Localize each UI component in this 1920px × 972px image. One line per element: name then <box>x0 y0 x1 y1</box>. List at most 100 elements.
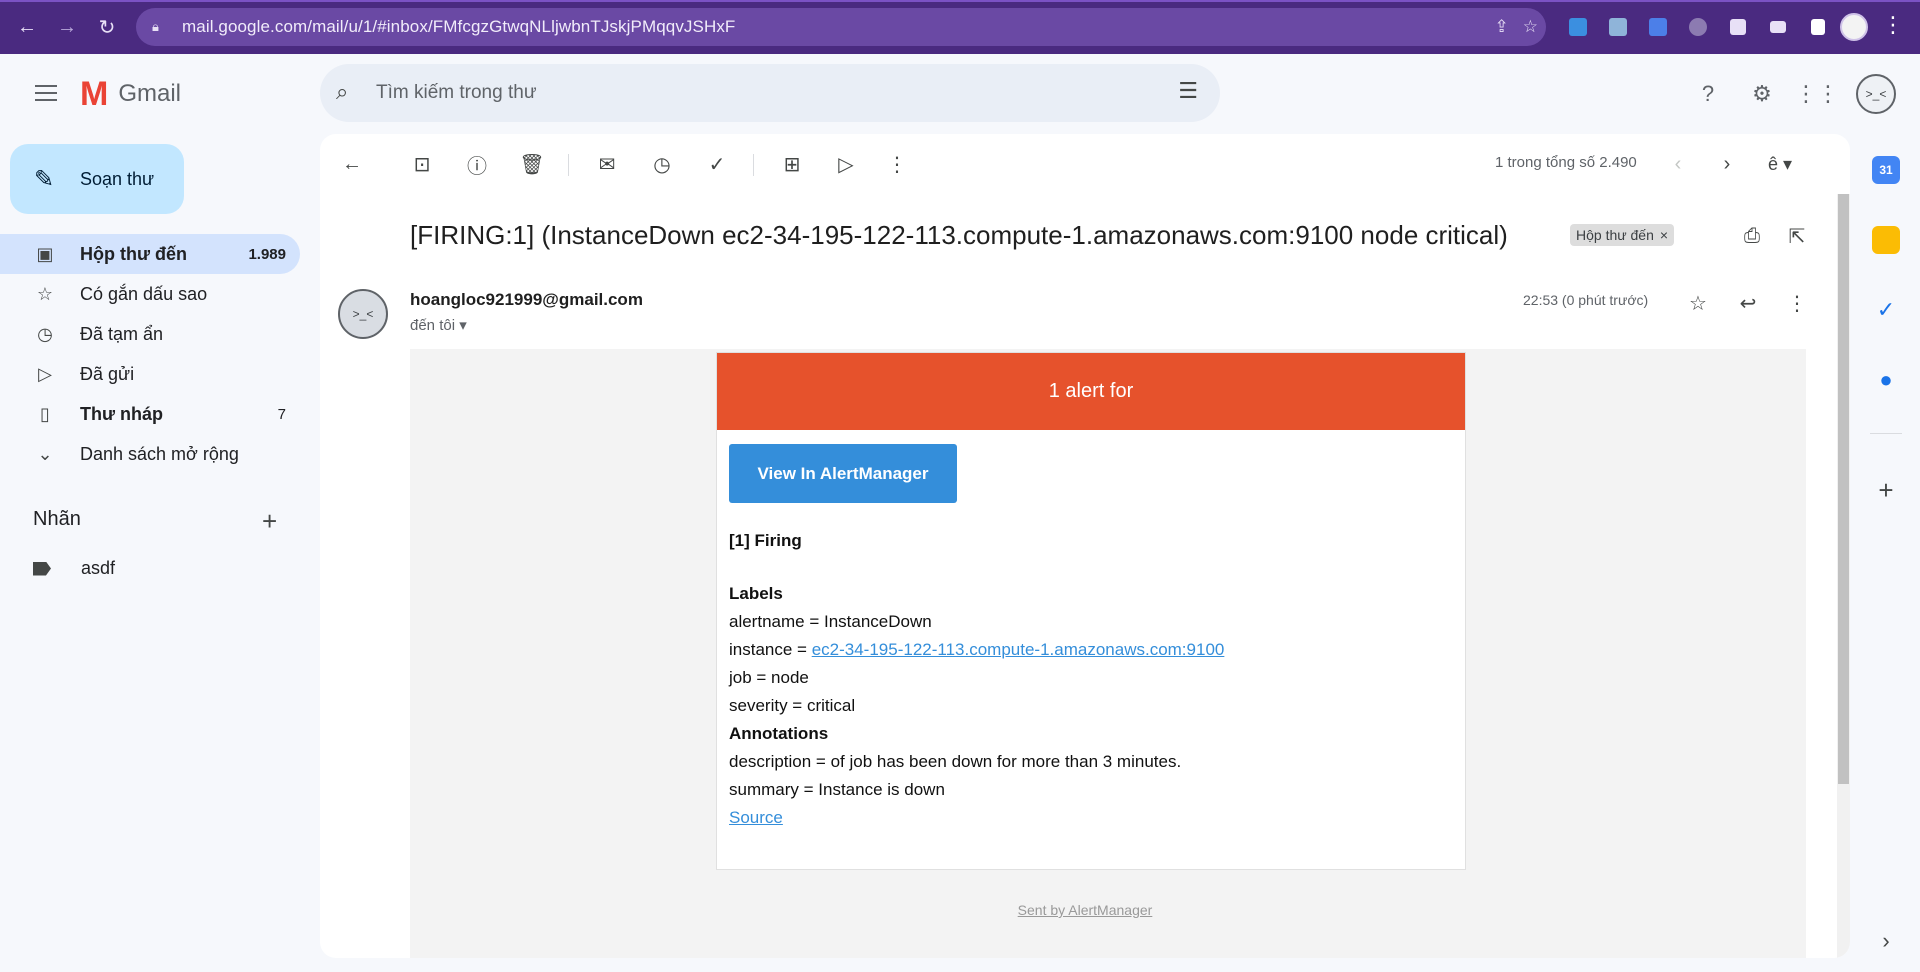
message-panel: ← ⊡ ⓘ 🗑︎ ✉ ◷ ✓ ⊞ ▷ ⋮ 1 trong tổng số 2.4… <box>320 134 1850 958</box>
sidebar-item-starred[interactable]: ☆ Có gắn dấu sao <box>0 274 300 314</box>
account-avatar[interactable]: >_< <box>1856 74 1896 114</box>
chevron-down-icon: ⌄ <box>37 443 53 464</box>
summary-line: summary = Instance is down <box>729 780 945 799</box>
message-more-icon[interactable]: ⋮ <box>1782 288 1812 318</box>
calendar-icon[interactable]: 31 <box>1872 156 1900 184</box>
sidebar-item-snoozed[interactable]: ◷ Đã tạm ẩn <box>0 314 300 354</box>
add-to-tasks-icon[interactable]: ✓ <box>703 150 731 178</box>
toolbar-divider <box>753 154 754 176</box>
sender-avatar[interactable]: >_< <box>338 289 388 339</box>
gmail-logo[interactable]: M Gmail <box>80 77 181 111</box>
sidebar-item-drafts[interactable]: ▯ Thư nháp 7 <box>0 394 300 434</box>
report-spam-icon[interactable]: ⓘ <box>463 150 491 178</box>
delete-icon[interactable]: 🗑︎ <box>518 150 546 178</box>
recipient-label: đến tôi <box>410 317 456 334</box>
add-label-icon[interactable]: + <box>262 506 277 537</box>
download-extension-icon[interactable] <box>1558 13 1598 41</box>
forward-arrow-icon[interactable]: → <box>52 12 82 42</box>
remove-label-icon[interactable]: × <box>1660 227 1668 243</box>
mark-unread-icon[interactable]: ✉ <box>593 150 621 178</box>
browser-profile-avatar[interactable] <box>1840 13 1868 41</box>
message-toolbar: ← ⊡ ⓘ 🗑︎ ✉ ◷ ✓ ⊞ ▷ ⋮ 1 trong tổng số 2.4… <box>320 134 1850 194</box>
newer-chevron-icon[interactable]: ‹ <box>1664 150 1692 178</box>
older-chevron-icon[interactable]: › <box>1713 150 1741 178</box>
tasks-icon[interactable]: ✓ <box>1872 296 1900 324</box>
snooze-icon[interactable]: ◷ <box>648 150 676 178</box>
gmail-wordmark: Gmail <box>118 80 181 107</box>
contacts-icon[interactable]: ● <box>1872 366 1900 394</box>
description-line: description = of job has been down for m… <box>729 752 1182 771</box>
address-bar[interactable]: 🔒︎ mail.google.com/mail/u/1/#inbox/FMfcg… <box>136 8 1546 46</box>
compose-button[interactable]: ✎ Soạn thư <box>10 144 184 214</box>
input-tools-icon[interactable]: ê ▾ <box>1760 150 1800 178</box>
view-in-alertmanager-button[interactable]: View In AlertManager <box>729 444 957 503</box>
sent-by-link[interactable]: Sent by AlertManager <box>1018 902 1153 918</box>
firing-heading: [1] Firing <box>729 531 802 550</box>
sidebar-item-inbox[interactable]: ▣ Hộp thư đến 1.989 <box>0 234 300 274</box>
source-line: Source <box>729 808 783 828</box>
search-bar[interactable]: ⌕ Tìm kiếm trong thư ☰ <box>320 64 1220 122</box>
screenshot-extension-icon[interactable] <box>1598 13 1638 41</box>
sidebar-item-more[interactable]: ⌄ Danh sách mở rộng <box>0 434 300 474</box>
source-link[interactable]: Source <box>729 808 783 827</box>
alert-card: 1 alert for View In AlertManager [1] Fir… <box>716 352 1466 870</box>
sidebar-item-label: Có gắn dấu sao <box>80 283 208 304</box>
print-icon[interactable]: ⎙ <box>1738 222 1766 250</box>
inbox-label-chip[interactable]: Hộp thư đến × <box>1570 224 1675 246</box>
sidebar-item-label: Danh sách mở rộng <box>80 443 239 464</box>
input-tools-label: ê <box>1767 153 1778 174</box>
get-addons-icon[interactable]: + <box>1872 476 1900 504</box>
translate-extension-icon[interactable] <box>1638 13 1678 41</box>
google-apps-icon[interactable]: ⋮⋮ <box>1795 74 1839 114</box>
reply-icon[interactable]: ↩ <box>1733 288 1763 318</box>
sidebar-item-label: Đã gửi <box>80 363 135 384</box>
settings-gear-icon[interactable]: ⚙ <box>1742 74 1782 114</box>
back-to-inbox-icon[interactable]: ← <box>338 150 366 178</box>
more-options-icon[interactable]: ⋮ <box>883 150 911 178</box>
main-menu-icon[interactable] <box>26 80 66 108</box>
severity-line: severity = critical <box>729 696 856 715</box>
alert-header: 1 alert for <box>717 353 1465 430</box>
bookmark-star-icon[interactable]: ☆ <box>1523 17 1538 37</box>
recipient-details[interactable]: đến tôi ▾ <box>410 316 467 334</box>
keep-icon[interactable] <box>1872 226 1900 254</box>
draft-count: 7 <box>277 405 286 423</box>
compose-label: Soạn thư <box>80 168 155 189</box>
send-icon: ▷ <box>38 363 52 384</box>
labels-heading: Labels <box>729 584 783 603</box>
job-line: job = node <box>729 668 809 687</box>
sync-extension-icon[interactable] <box>1678 13 1718 41</box>
scrollbar-thumb[interactable] <box>1838 194 1849 784</box>
share-icon[interactable]: ⇪ <box>1495 17 1509 37</box>
search-options-icon[interactable]: ☰ <box>1178 78 1198 104</box>
inbox-icon: ▣ <box>36 243 54 264</box>
puzzle-extensions-icon[interactable] <box>1718 13 1758 41</box>
media-queue-icon[interactable] <box>1758 13 1798 41</box>
sender-email[interactable]: hoangloc921999@gmail.com <box>410 290 643 310</box>
side-panel-icon[interactable] <box>1798 13 1838 41</box>
archive-icon[interactable]: ⊡ <box>408 150 436 178</box>
move-to-icon[interactable]: ⊞ <box>778 150 806 178</box>
url-text[interactable]: mail.google.com/mail/u/1/#inbox/FMfcgzGt… <box>182 17 735 37</box>
instance-link[interactable]: ec2-34-195-122-113.compute-1.amazonaws.c… <box>812 640 1225 659</box>
star-message-icon[interactable]: ☆ <box>1683 288 1713 318</box>
unread-count: 1.989 <box>248 245 286 263</box>
browser-menu-icon[interactable]: ⋮ <box>1880 12 1906 42</box>
open-in-new-window-icon[interactable]: ⇱ <box>1783 222 1811 250</box>
sidebar-item-label: Thư nháp <box>80 403 164 424</box>
sidebar-item-sent[interactable]: ▷ Đã gửi <box>0 354 300 394</box>
search-input[interactable]: Tìm kiếm trong thư <box>376 82 537 104</box>
label-name: asdf <box>81 558 116 578</box>
draft-icon: ▯ <box>40 403 50 424</box>
clock-icon: ◷ <box>37 323 53 344</box>
alertname-line: alertname = InstanceDown <box>729 612 932 631</box>
sidebar-label-asdf[interactable]: asdf <box>33 558 115 579</box>
pager-text: 1 trong tổng số 2.490 <box>1495 154 1637 171</box>
help-icon[interactable]: ? <box>1688 74 1728 114</box>
reload-icon[interactable]: ↻ <box>92 12 122 42</box>
label-icon[interactable]: ▷ <box>832 150 860 178</box>
expand-side-panel-icon[interactable]: › <box>1874 928 1898 956</box>
back-arrow-icon[interactable]: ← <box>12 12 42 42</box>
search-icon[interactable]: ⌕ <box>336 79 364 107</box>
annotations-heading: Annotations <box>729 724 829 743</box>
